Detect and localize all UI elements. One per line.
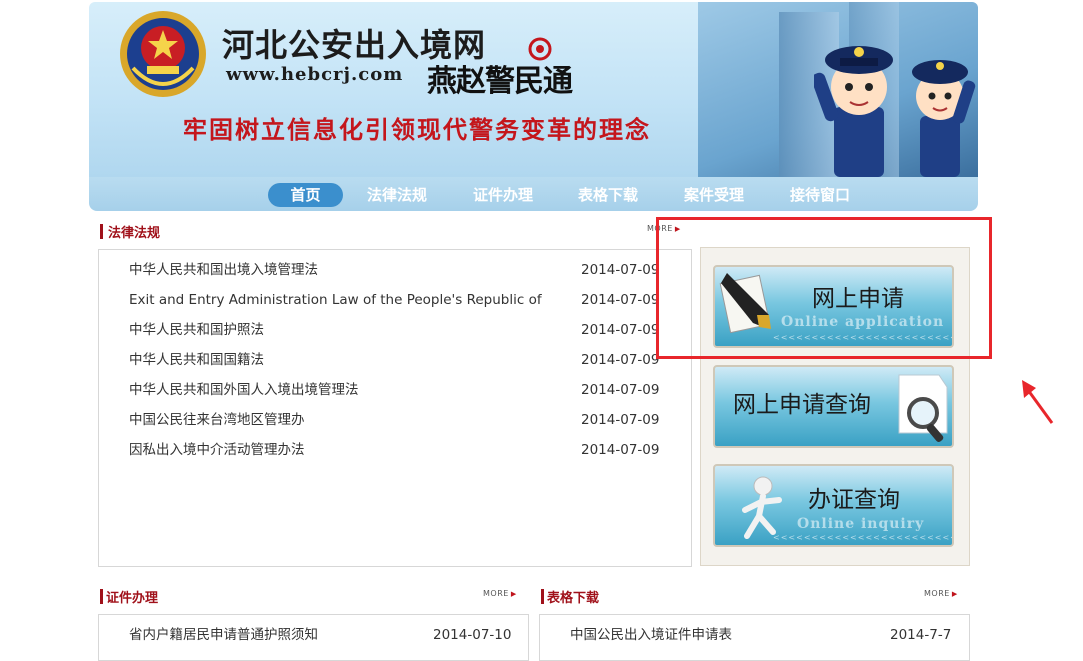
law-item-link[interactable]: 因私出入境中介活动管理办法: [129, 440, 305, 460]
law-item-link[interactable]: 中华人民共和国护照法: [129, 320, 264, 340]
section-marker: [541, 589, 544, 604]
section-marker: [100, 589, 103, 604]
nav-item-laws[interactable]: 法律法规: [362, 183, 432, 207]
highlight-annotation-box: [656, 217, 992, 359]
law-item-date: 2014-07-09: [581, 262, 660, 278]
nav-item-cases[interactable]: 案件受理: [679, 183, 749, 207]
law-item-link[interactable]: 中华人民共和国国籍法: [129, 350, 264, 370]
laws-section-header: 法律法规: [100, 222, 180, 242]
law-item-link[interactable]: 中华人民共和国出境入境管理法: [129, 260, 318, 280]
more-label: MORE: [924, 589, 950, 598]
certificate-inquiry-button[interactable]: 办证查询 Online inquiry <<<<<<<<<<<<<<<<<<<<…: [713, 464, 954, 547]
certs-section-title: 证件办理: [106, 591, 159, 606]
main-nav: 首页 法律法规 证件办理 表格下载 案件受理 接待窗口: [89, 177, 978, 211]
police-emblem-icon: [120, 11, 206, 97]
arrow-right-icon: ▶: [510, 590, 517, 598]
nav-item-certificates[interactable]: 证件办理: [468, 183, 538, 207]
certificate-inquiry-en-label: Online inquiry: [797, 516, 925, 532]
law-item-date: 2014-07-09: [581, 352, 660, 368]
brand-logo: 燕赵警民通: [427, 64, 573, 99]
certificate-inquiry-label: 办证查询: [808, 487, 900, 513]
slogan: 牢固树立信息化引领现代警务变革的理念: [183, 116, 651, 144]
nav-item-forms[interactable]: 表格下载: [573, 183, 643, 207]
forms-list-panel: 中国公民出入境证件申请表 2014-7-7: [539, 614, 970, 661]
arrow-right-icon: ▶: [951, 590, 958, 598]
law-item-link[interactable]: 中华人民共和国外国人入境出境管理法: [129, 380, 359, 400]
form-item-date: 2014-7-7: [890, 627, 952, 643]
forms-section-header: 表格下载: [541, 587, 621, 607]
section-marker: [100, 224, 103, 239]
certs-section-header: 证件办理: [100, 587, 180, 607]
magnifier-document-icon: [898, 374, 948, 443]
more-label: MORE: [483, 589, 509, 598]
forms-section-title: 表格下载: [547, 591, 600, 606]
certs-more-link[interactable]: MORE ▶: [483, 589, 517, 598]
certs-list-panel: 省内户籍居民申请普通护照须知 2014-07-10: [98, 614, 529, 661]
law-item-date: 2014-07-09: [581, 442, 660, 458]
police-officer-cartoon: [814, 46, 893, 177]
law-item-date: 2014-07-09: [581, 322, 660, 338]
application-status-query-button[interactable]: 网上申请查询: [713, 365, 954, 448]
laws-list-panel: 中华人民共和国出境入境管理法 2014-07-09 Exit and Entry…: [98, 249, 692, 567]
law-item-link[interactable]: 中国公民往来台湾地区管理办: [129, 410, 305, 430]
policewoman-cartoon: [912, 60, 976, 177]
law-item-date: 2014-07-09: [581, 292, 660, 308]
nav-item-reception[interactable]: 接待窗口: [785, 183, 855, 207]
cert-item-date: 2014-07-10: [433, 627, 512, 643]
decorative-dots: <<<<<<<<<<<<<<<<<<<<<<<<: [773, 533, 954, 542]
law-item-date: 2014-07-09: [581, 382, 660, 398]
form-item-link[interactable]: 中国公民出入境证件申请表: [570, 625, 732, 645]
law-item-link[interactable]: Exit and Entry Administration Law of the…: [129, 290, 542, 310]
application-status-query-label: 网上申请查询: [733, 392, 871, 418]
runner-figure-icon: [742, 476, 782, 539]
header-banner: 河北公安出入境网 www.hebcrj.com 燕赵警民通 牢固树立信息化引领现…: [89, 2, 978, 177]
cert-item-link[interactable]: 省内户籍居民申请普通护照须知: [129, 625, 318, 645]
laws-section-title: 法律法规: [108, 226, 161, 241]
forms-more-link[interactable]: MORE ▶: [924, 589, 958, 598]
law-item-date: 2014-07-09: [581, 412, 660, 428]
site-url: www.hebcrj.com: [226, 64, 404, 85]
nav-item-home[interactable]: 首页: [268, 183, 343, 207]
annotation-arrow-icon: [1022, 380, 1054, 424]
